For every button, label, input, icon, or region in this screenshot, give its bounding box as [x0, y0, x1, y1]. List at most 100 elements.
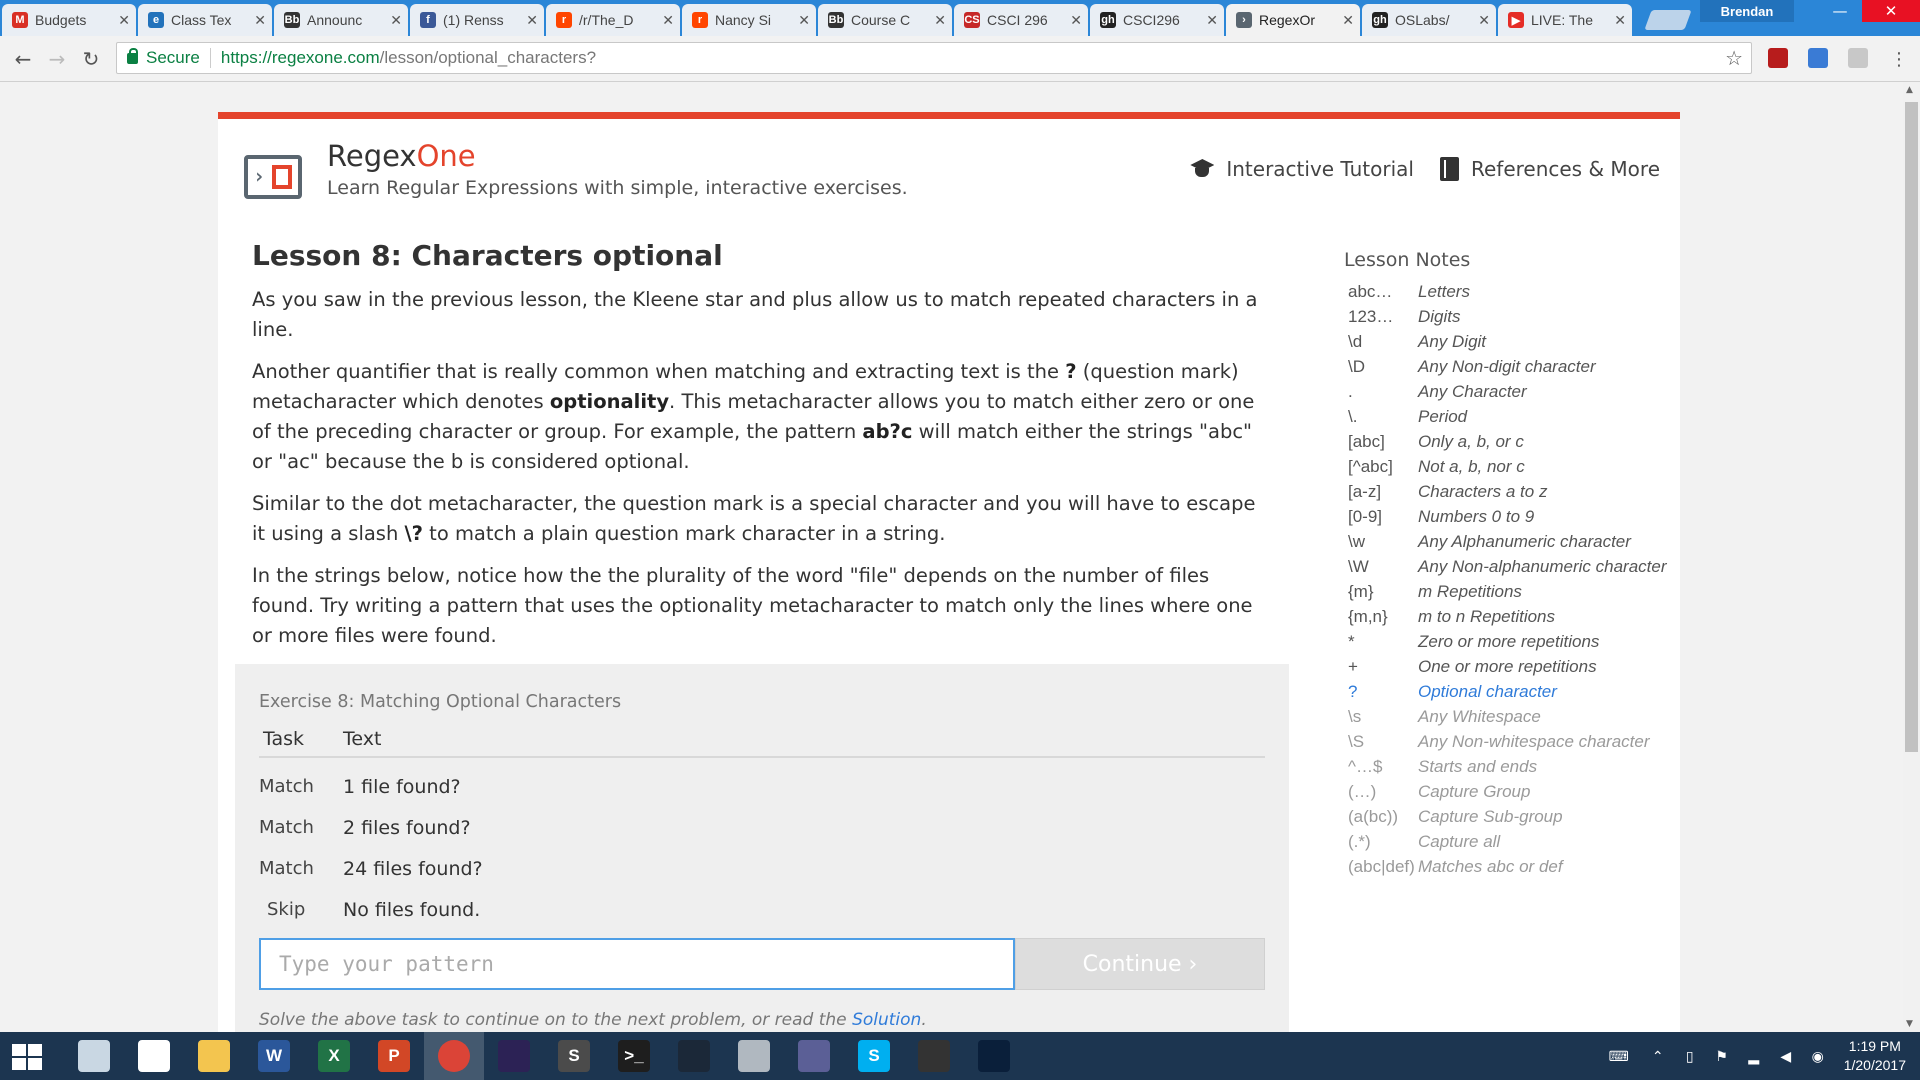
lesson-note-item[interactable]: abc… Letters: [1344, 279, 1674, 304]
lesson-note-item[interactable]: [0-9] Numbers 0 to 9: [1344, 504, 1674, 529]
interactive-tutorial-link[interactable]: Interactive Tutorial: [1188, 157, 1414, 181]
restore-icon[interactable]: [1820, 0, 1864, 22]
lesson-note-item[interactable]: ? Optional character: [1344, 679, 1674, 704]
start-button[interactable]: [12, 1044, 42, 1070]
lesson-note-item[interactable]: (…) Capture Group: [1344, 779, 1674, 804]
close-tab-icon[interactable]: ✕: [254, 12, 266, 29]
battery-icon[interactable]: ▯: [1679, 1046, 1701, 1066]
close-tab-icon[interactable]: ✕: [662, 12, 674, 29]
browser-tab[interactable]: CS CSCI 296 ✕: [954, 4, 1088, 36]
lesson-note-item[interactable]: {m,n} m to n Repetitions: [1344, 604, 1674, 629]
taskbar-app[interactable]: [964, 1032, 1024, 1080]
lesson-note-item[interactable]: \S Any Non-whitespace character: [1344, 729, 1674, 754]
close-tab-icon[interactable]: ✕: [118, 12, 130, 29]
close-tab-icon[interactable]: ✕: [934, 12, 946, 29]
lesson-note-item[interactable]: + One or more repetitions: [1344, 654, 1674, 679]
scrollbar-thumb[interactable]: [1905, 102, 1918, 752]
lesson-note-item[interactable]: [^abc] Not a, b, nor c: [1344, 454, 1674, 479]
notification-icon[interactable]: ◉: [1807, 1046, 1829, 1066]
close-tab-icon[interactable]: ✕: [526, 12, 538, 29]
page-scrollbar[interactable]: ▲ ▼: [1903, 82, 1920, 1032]
browser-tab[interactable]: f (1) Renss ✕: [410, 4, 544, 36]
lesson-note-item[interactable]: \s Any Whitespace: [1344, 704, 1674, 729]
regexone-logo[interactable]: ›: [244, 155, 302, 199]
solution-link[interactable]: Solution: [852, 1010, 921, 1030]
network-icon[interactable]: ▂: [1743, 1046, 1765, 1066]
taskbar-app[interactable]: [724, 1032, 784, 1080]
taskbar-app[interactable]: [124, 1032, 184, 1080]
flag-icon[interactable]: ⚑: [1711, 1046, 1733, 1066]
browser-tab[interactable]: r/r/The_D ✕: [546, 4, 680, 36]
ublock-extension-icon[interactable]: [1768, 48, 1788, 68]
browser-tab[interactable]: M Budgets ✕: [2, 4, 136, 36]
taskbar-app[interactable]: X: [304, 1032, 364, 1080]
forward-icon[interactable]: →: [44, 46, 70, 72]
taskbar-app[interactable]: P: [364, 1032, 424, 1080]
taskbar-app[interactable]: [904, 1032, 964, 1080]
browser-tab[interactable]: › RegexOr ✕: [1226, 4, 1360, 36]
taskbar-app[interactable]: [64, 1032, 124, 1080]
profile-button[interactable]: Brendan: [1700, 0, 1794, 22]
back-icon[interactable]: ←: [10, 46, 36, 72]
lesson-note-item[interactable]: [abc] Only a, b, or c: [1344, 429, 1674, 454]
references-link[interactable]: References & More: [1439, 157, 1660, 181]
pattern-input[interactable]: [259, 938, 1015, 990]
lesson-note-item[interactable]: \w Any Alphanumeric character: [1344, 529, 1674, 554]
browser-tab[interactable]: ▶ LIVE: The ✕: [1498, 4, 1632, 36]
address-bar[interactable]: Secure https://regexone.com /lesson/opti…: [116, 42, 1752, 74]
taskbar-app[interactable]: S: [544, 1032, 604, 1080]
new-tab-button[interactable]: [1644, 10, 1692, 30]
keyboard-icon[interactable]: ⌨: [1601, 1046, 1637, 1066]
close-tab-icon[interactable]: ✕: [1614, 12, 1626, 29]
taskbar-app[interactable]: >_: [604, 1032, 664, 1080]
close-tab-icon[interactable]: ✕: [1070, 12, 1082, 29]
note-description: Any Non-alphanumeric character: [1418, 556, 1667, 576]
site-brand[interactable]: RegexOne: [327, 139, 476, 173]
chevron-up-icon[interactable]: ⌃: [1647, 1046, 1669, 1066]
lesson-note-item[interactable]: \. Period: [1344, 404, 1674, 429]
lesson-note-item[interactable]: \D Any Non-digit character: [1344, 354, 1674, 379]
bookmark-star-icon[interactable]: ☆: [1725, 46, 1743, 71]
lesson-note-item[interactable]: \W Any Non-alphanumeric character: [1344, 554, 1674, 579]
extension-icon[interactable]: [1808, 48, 1828, 68]
browser-tab[interactable]: gh OSLabs/ ✕: [1362, 4, 1496, 36]
browser-tab[interactable]: e Class Tex ✕: [138, 4, 272, 36]
continue-button[interactable]: Continue ›: [1015, 938, 1265, 990]
lesson-note-item[interactable]: \d Any Digit: [1344, 329, 1674, 354]
lesson-note-item[interactable]: (abc|def) Matches abc or def: [1344, 854, 1674, 879]
lesson-note-item[interactable]: (.*) Capture all: [1344, 829, 1674, 854]
volume-icon[interactable]: ◀: [1775, 1046, 1797, 1066]
cast-extension-icon[interactable]: [1848, 48, 1868, 68]
close-tab-icon[interactable]: ✕: [798, 12, 810, 29]
browser-tab[interactable]: gh CSCI296 ✕: [1090, 4, 1224, 36]
menu-icon[interactable]: ⋮: [1886, 46, 1912, 72]
lesson-note-item[interactable]: (a(bc)) Capture Sub-group: [1344, 804, 1674, 829]
scroll-down-icon[interactable]: ▼: [1906, 1019, 1913, 1029]
lesson-note-item[interactable]: . Any Character: [1344, 379, 1674, 404]
browser-tab[interactable]: Bb Course C ✕: [818, 4, 952, 36]
taskbar-app[interactable]: S: [844, 1032, 904, 1080]
taskbar-clock[interactable]: 1:19 PM 1/20/2017: [1844, 1037, 1906, 1075]
lesson-note-item[interactable]: [a-z] Characters a to z: [1344, 479, 1674, 504]
lesson-note-item[interactable]: * Zero or more repetitions: [1344, 629, 1674, 654]
secure-indicator[interactable]: Secure: [117, 47, 200, 68]
taskbar-app[interactable]: [424, 1032, 484, 1080]
taskbar-app[interactable]: [664, 1032, 724, 1080]
close-tab-icon[interactable]: ✕: [1478, 12, 1490, 29]
scroll-up-icon[interactable]: ▲: [1906, 85, 1913, 95]
lesson-note-item[interactable]: {m} m Repetitions: [1344, 579, 1674, 604]
close-tab-icon[interactable]: ✕: [1206, 12, 1218, 29]
close-tab-icon[interactable]: ✕: [1342, 12, 1354, 29]
taskbar-app[interactable]: [184, 1032, 244, 1080]
taskbar-app[interactable]: W: [244, 1032, 304, 1080]
reload-icon[interactable]: ↻: [78, 46, 104, 72]
browser-tab[interactable]: r Nancy Si ✕: [682, 4, 816, 36]
book-icon: [1439, 157, 1459, 181]
close-window-icon[interactable]: ✕: [1862, 0, 1920, 22]
taskbar-app[interactable]: [784, 1032, 844, 1080]
browser-tab[interactable]: Bb Announc ✕: [274, 4, 408, 36]
taskbar-app[interactable]: [484, 1032, 544, 1080]
lesson-note-item[interactable]: 123… Digits: [1344, 304, 1674, 329]
close-tab-icon[interactable]: ✕: [390, 12, 402, 29]
lesson-note-item[interactable]: ^…$ Starts and ends: [1344, 754, 1674, 779]
